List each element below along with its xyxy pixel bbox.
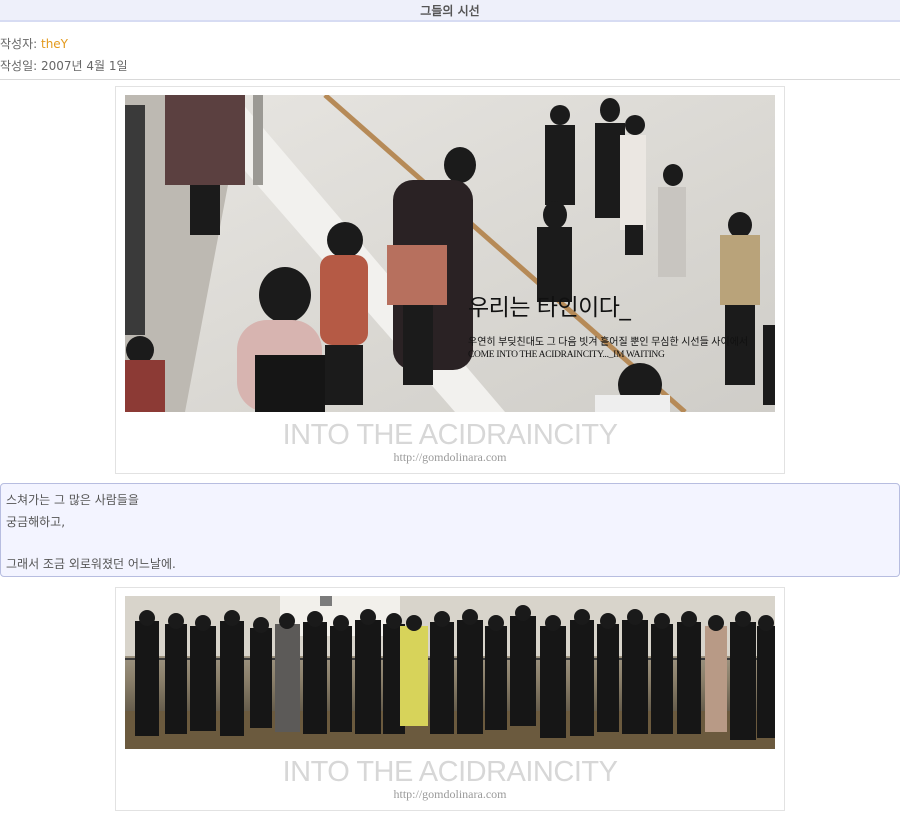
photo-1-watermark-url: http://gomdolinara.com [393,450,507,464]
photo-frame-1: 우리는 타인이다_ 우연히 부딪친대도 그 다음 빗겨 흩어질 뿐인 무심한 시… [115,86,785,474]
author-name-link[interactable]: theY [41,37,68,51]
photo-2[interactable] [125,596,775,749]
photo-1-overlay-title: 우리는 타인이다_ [468,295,631,321]
post-title: 그들의 시선 [0,0,900,22]
photo-1[interactable]: 우리는 타인이다_ 우연히 부딪친대도 그 다음 빗겨 흩어질 뿐인 무심한 시… [125,95,775,412]
author-label: 작성자: [0,37,41,51]
quote-line-3: 그래서 조금 외로워졌던 어느날에. [6,557,176,571]
photo-frame-2: INTO THE ACIDRAINCITY http://gomdolinara… [115,587,785,811]
header-divider [0,79,900,80]
quote-box: 스쳐가는 그 많은 사람들을 궁금해하고, 그래서 조금 외로워졌던 어느날에. [0,483,900,577]
photo-1-image [125,95,775,412]
quote-line-2: 궁금해하고, [6,515,66,529]
photo-2-watermark-url: http://gomdolinara.com [393,787,507,801]
date-row: 작성일: 2007년 4월 1일 [0,57,128,74]
photo-1-overlay-caption: COME INTO THE ACIDRAINCITY..._IM WAITING [468,350,665,360]
photo-2-image [125,596,775,749]
photo-1-watermark: INTO THE ACIDRAINCITY [282,419,618,451]
photo-2-watermark: INTO THE ACIDRAINCITY [282,756,618,788]
date-label: 작성일: [0,59,41,73]
quote-line-1: 스쳐가는 그 많은 사람들을 [6,493,139,507]
photo-1-overlay-subtitle: 우연히 부딪친대도 그 다음 빗겨 흩어질 뿐인 무심한 시선들 사이에서 [468,337,749,348]
date-value: 2007년 4월 1일 [40,59,128,73]
author-row: 작성자: theY [0,35,68,52]
